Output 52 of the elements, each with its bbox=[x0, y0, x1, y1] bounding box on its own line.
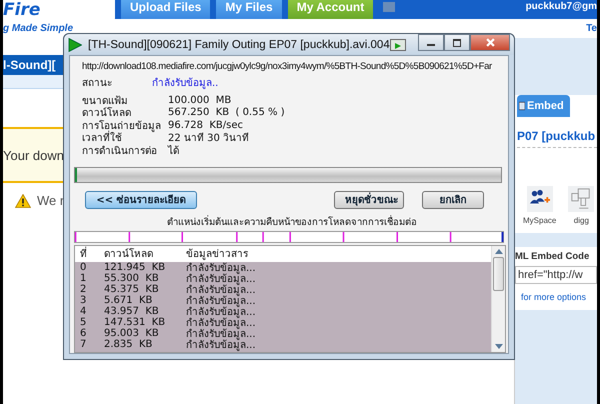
status-value: กำลังรับข้อมูล.. bbox=[152, 76, 218, 90]
minimize-button[interactable] bbox=[418, 34, 444, 51]
options-link[interactable]: for more options bbox=[521, 292, 597, 302]
share-label[interactable]: digg bbox=[574, 216, 589, 225]
embed-heading: ML Embed Code bbox=[515, 251, 590, 262]
maximize-icon bbox=[453, 38, 461, 46]
list-row[interactable]: 2 45.375 KB กำลังรับข้อมูล... bbox=[75, 284, 491, 294]
column-header[interactable]: ดาวน์โหลด bbox=[104, 246, 186, 261]
scroll-down-icon[interactable] bbox=[494, 344, 502, 349]
notice-text: Your down bbox=[3, 148, 64, 162]
list-row[interactable]: 0 121.945 KB กำลังรับข้อมูล... bbox=[75, 262, 491, 272]
scroll-up-icon[interactable] bbox=[494, 248, 502, 254]
detail-label: ขนาดแฟ้ม bbox=[82, 94, 129, 107]
dialog-button[interactable]: << ซ่อนรายละเอียด bbox=[85, 190, 197, 208]
file-title: P07 [puckkub bbox=[517, 129, 597, 148]
download-url: http://download108.mediafire.com/jucgjw0ylc9g/nox3imy4wym/%5BTH-Sound%5D%5B090621%5D+Far bbox=[82, 60, 492, 73]
code-icon bbox=[519, 101, 525, 111]
user-email[interactable]: puckkub7@gm bbox=[526, 1, 597, 12]
list-row[interactable]: 1 55.300 KB กำลังรับข้อมูล... bbox=[75, 272, 491, 284]
detail-value: 22 นาที 30 วินาที bbox=[168, 132, 249, 145]
list-row[interactable]: 7 2.835 KB กำลังรับข้อมูล... bbox=[75, 338, 491, 350]
list-row[interactable]: 4 43.957 KB กำลังรับข้อมูล... bbox=[75, 306, 491, 316]
window-title: [TH-Sound][090621] Family Outing EP07 [puckkub].avi.004 bbox=[88, 38, 390, 50]
detail-value: 96.728 KB/sec bbox=[168, 120, 243, 131]
tagline: g Made Simple bbox=[3, 23, 74, 34]
embed-code-field[interactable]: href="http://w bbox=[515, 266, 597, 284]
detail-value: 100.000 MB bbox=[168, 94, 232, 106]
list-row[interactable]: 3 5.671 KB กำลังรับข้อมูล... bbox=[75, 294, 491, 306]
share-label[interactable]: MySpace bbox=[523, 216, 556, 225]
robot-icon[interactable] bbox=[570, 188, 592, 210]
detail-label: การโอนถ่ายข้อมูล bbox=[82, 119, 162, 132]
detail-label: ดาวน์โหลด bbox=[82, 106, 132, 120]
detail-value: 567.250 KB ( 0.55 % ) bbox=[168, 107, 285, 118]
status-label: สถานะ bbox=[82, 77, 113, 90]
scroll-thumb[interactable] bbox=[493, 256, 504, 290]
list-row[interactable]: 5 147.531 KB กำลังรับข้อมูล... bbox=[75, 316, 491, 328]
segments-caption: ตำแหน่งเริ่มต้นและความคืบหน้าของการโหลดจากการเชื่อมต่อ bbox=[166, 214, 418, 228]
file-title: l-Sound][ bbox=[3, 58, 56, 72]
column-header[interactable]: ข้อมูลข่าวสาร bbox=[186, 246, 248, 261]
column-header[interactable]: ที่ bbox=[75, 246, 104, 261]
scrollbar[interactable] bbox=[491, 246, 505, 352]
header-link[interactable]: Te bbox=[586, 23, 597, 34]
maximize-button[interactable] bbox=[444, 34, 470, 51]
detail-label: การดำเนินการต่อ bbox=[82, 144, 158, 158]
logo[interactable]: Fire bbox=[3, 0, 115, 20]
dialog-button[interactable]: ยกเลิก bbox=[422, 190, 484, 208]
close-button[interactable] bbox=[470, 34, 510, 51]
detail-value: ได้ bbox=[168, 144, 179, 158]
warning-icon bbox=[15, 194, 31, 208]
close-icon bbox=[486, 38, 494, 47]
dialog-button[interactable]: หยุดชั่วขณะ bbox=[334, 190, 404, 208]
list-row[interactable]: 6 95.003 KB กำลังรับข้อมูล... bbox=[75, 328, 491, 338]
